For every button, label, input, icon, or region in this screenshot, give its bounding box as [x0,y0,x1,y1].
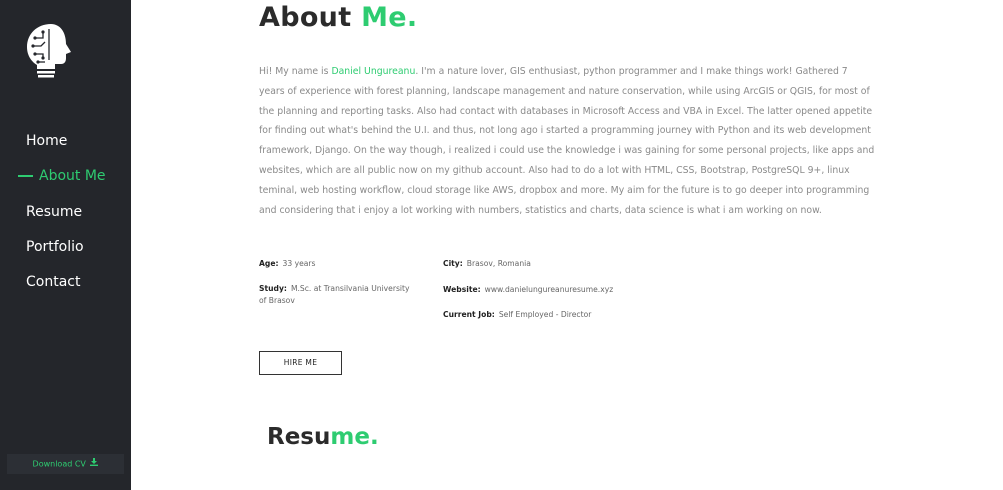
website-label: Website: [443,285,481,294]
download-cv-label: Download CV [32,459,86,469]
download-cv-button[interactable]: Download CV [7,454,124,474]
bio-name: Daniel Ungureanu [331,66,416,77]
nav-item-home[interactable]: Home [0,127,131,162]
info-website: Website: www.danielungureanuresume.xyz [443,284,613,296]
age-label: Age: [259,259,279,268]
age-value: 33 years [282,259,316,268]
nav-item-label: About Me [39,168,106,185]
download-icon [90,454,99,474]
nav-item-label: Resume [26,203,83,220]
nav-item-label: Home [26,133,68,149]
study-label: Study: [259,284,287,293]
nav-item-label: Contact [26,274,81,291]
info-city: City: Brasov, Romania [443,258,531,270]
brain-head-logo-icon[interactable] [25,22,77,80]
resume-title: Resume. [267,424,379,450]
nav-item-contact[interactable]: Contact [0,268,131,303]
nav-item-about-me[interactable]: About Me [0,162,131,197]
nav-item-portfolio[interactable]: Portfolio [0,233,131,268]
job-value: Self Employed - Director [498,310,592,319]
active-indicator [18,175,33,177]
hire-me-label: HIRE ME [283,358,318,367]
resume-title-main: Resu [267,424,331,450]
nav-item-resume[interactable]: Resume [0,198,131,233]
resume-title-accent: me. [330,424,379,450]
nav-item-label: Portfolio [26,238,84,255]
job-label: Current Job: [443,310,495,319]
bio-text: . I'm a nature lover, GIS enthusiast, py… [259,66,875,216]
city-value: Brasov, Romania [466,259,531,268]
main-nav: Home About Me Resume Portfolio Contact [0,127,131,303]
main-content: About Me. Hi! My name is Daniel Ungurean… [131,0,1003,490]
info-age: Age: 33 years [259,258,315,270]
info-current-job: Current Job: Self Employed - Director [443,309,591,321]
about-bio: Hi! My name is Daniel Ungureanu. I'm a n… [259,62,875,220]
about-title-accent: Me. [361,2,418,33]
info-study: Study: M.Sc. at Transilvania University o… [259,283,419,307]
about-title-main: About [259,2,352,33]
city-label: City: [443,259,463,268]
about-title: About Me. [259,2,417,33]
hire-me-button[interactable]: HIRE ME [259,351,342,375]
website-value[interactable]: www.danielungureanuresume.xyz [485,285,614,294]
bio-intro: Hi! My name is [259,66,332,77]
sidebar: Home About Me Resume Portfolio Contact D… [0,0,131,490]
